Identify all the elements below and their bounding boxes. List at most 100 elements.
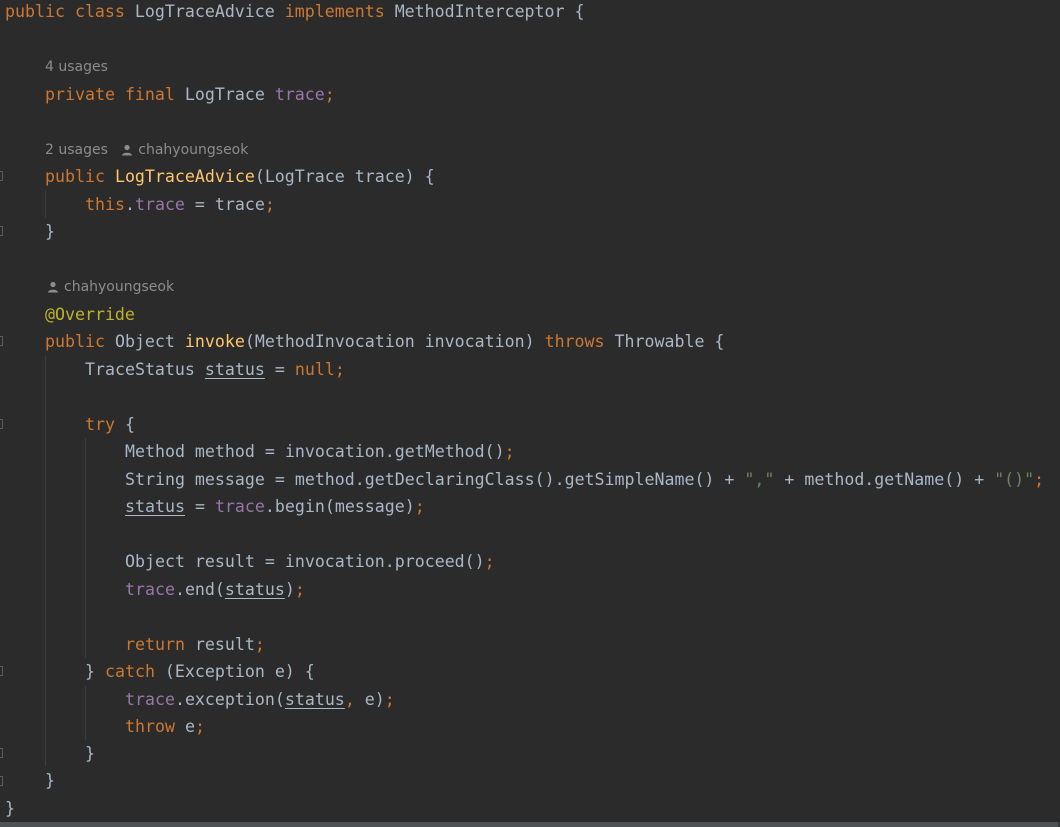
method-call: .begin(message) (264, 497, 415, 516)
brace: } (45, 222, 55, 241)
keyword: this (85, 195, 125, 214)
code-line[interactable]: this.trace = trace; (85, 191, 275, 218)
fold-marker[interactable] (0, 226, 3, 236)
usages-label: 4 usages (45, 59, 108, 75)
usages-label: 2 usages (45, 142, 108, 158)
statement: e) (354, 690, 385, 709)
brace: } (45, 771, 55, 790)
field-name: trace (134, 195, 185, 214)
code-line[interactable]: private final LogTrace trace; (45, 81, 335, 108)
field-name: trace (125, 580, 175, 599)
fold-marker[interactable] (0, 776, 3, 786)
comma: , (344, 690, 355, 709)
keyword: class (74, 2, 125, 21)
annotation: @Override (45, 305, 135, 324)
code-line[interactable]: Method method = invocation.getMethod(); (125, 438, 515, 465)
fold-marker[interactable] (0, 171, 3, 181)
brace: } (85, 744, 95, 763)
string-literal: "()" (994, 470, 1035, 489)
parameters: (LogTrace trace) { (254, 167, 435, 186)
code-line[interactable]: } (85, 740, 95, 767)
class-name: LogTraceAdvice (134, 2, 275, 21)
keyword: catch (104, 662, 155, 681)
field-name: trace (125, 690, 175, 709)
fold-marker[interactable] (0, 336, 3, 346)
usages-hint[interactable]: 2 usages chahyoungseok (45, 137, 248, 163)
string-literal: "," (744, 470, 775, 489)
variable: status (224, 580, 285, 599)
operator: = (184, 497, 215, 516)
code-line[interactable]: public LogTraceAdvice(LogTrace trace) { (45, 163, 435, 190)
code-line[interactable]: Object result = invocation.proceed(); (125, 548, 495, 575)
variable: status (125, 497, 185, 516)
code-line[interactable]: } (5, 795, 15, 822)
semicolon: ; (484, 552, 495, 571)
code-line[interactable]: trace.exception(status, e); (125, 686, 395, 713)
code-line[interactable]: } (45, 218, 55, 245)
code-line[interactable]: TraceStatus status = null; (85, 356, 345, 383)
code-line[interactable]: trace.end(status); (125, 576, 305, 603)
semicolon: ; (294, 580, 305, 599)
code-line[interactable]: } catch (Exception e) { (85, 658, 315, 685)
field-name: trace (274, 85, 325, 104)
code-line[interactable]: @Override (45, 301, 135, 328)
code-line[interactable]: } (45, 767, 55, 794)
code-line[interactable]: public Object invoke(MethodInvocation in… (45, 328, 724, 355)
keyword: public (5, 2, 65, 21)
semicolon: ; (384, 690, 395, 709)
brace: { (574, 2, 585, 21)
statement: (Exception e) { (154, 662, 315, 681)
code-line[interactable]: public class LogTraceAdvice implements M… (5, 0, 585, 25)
keyword: null (294, 360, 335, 379)
variable: status (204, 360, 265, 379)
keyword: public (45, 167, 105, 186)
brace: } (85, 662, 105, 681)
code-line[interactable]: String message = method.getDeclaringClas… (125, 466, 1044, 493)
code-line[interactable]: return result; (125, 631, 265, 658)
keyword: final (124, 85, 175, 104)
code-line[interactable]: status = trace.begin(message); (125, 493, 425, 520)
indent-guide (85, 438, 86, 658)
code-line[interactable]: throw e; (125, 713, 205, 740)
return-type: Object (114, 332, 175, 351)
person-icon (48, 281, 58, 293)
interface-name: MethodInterceptor (394, 2, 565, 21)
method-call: .end( (174, 580, 225, 599)
statement: Method method = invocation.getMethod() (125, 442, 505, 461)
statement: e (174, 717, 195, 736)
fold-marker[interactable] (0, 419, 3, 429)
scrollbar-thumb[interactable] (0, 822, 1058, 827)
exception-type: Throwable { (614, 332, 725, 351)
fold-marker[interactable] (0, 748, 3, 758)
method-name: invoke (184, 332, 245, 351)
statement: + method.getName() + (774, 470, 995, 489)
person-icon (122, 144, 133, 156)
type-name: TraceStatus (85, 360, 195, 379)
code-editor[interactable]: public class LogTraceAdvice implements M… (0, 0, 1060, 827)
horizontal-scrollbar[interactable] (0, 822, 1060, 827)
statement: String message = method.getDeclaringClas… (125, 470, 745, 489)
code-line[interactable]: try { (85, 411, 135, 438)
type-name: LogTrace (184, 85, 265, 104)
usages-hint[interactable]: 4 usages (45, 54, 108, 80)
semicolon: ; (414, 497, 425, 516)
paren: ) (284, 580, 295, 599)
author-label: chahyoungseok (64, 279, 175, 295)
field-name: trace (214, 497, 265, 516)
semicolon: ; (1034, 470, 1045, 489)
method-call: .exception( (174, 690, 285, 709)
variable: status (284, 690, 345, 709)
semicolon: ; (504, 442, 515, 461)
brace: } (5, 799, 15, 818)
keyword: implements (284, 2, 385, 21)
semicolon: ; (264, 195, 275, 214)
fold-marker[interactable] (0, 666, 3, 676)
semicolon: ; (194, 717, 205, 736)
author-hint[interactable]: chahyoungseok (47, 274, 174, 300)
operator: = (264, 360, 295, 379)
statement: Object result = invocation.proceed() (125, 552, 485, 571)
parameters: (MethodInvocation invocation) (244, 332, 535, 351)
keyword: throws (544, 332, 605, 351)
semicolon: ; (334, 360, 345, 379)
dot: . (124, 195, 135, 214)
